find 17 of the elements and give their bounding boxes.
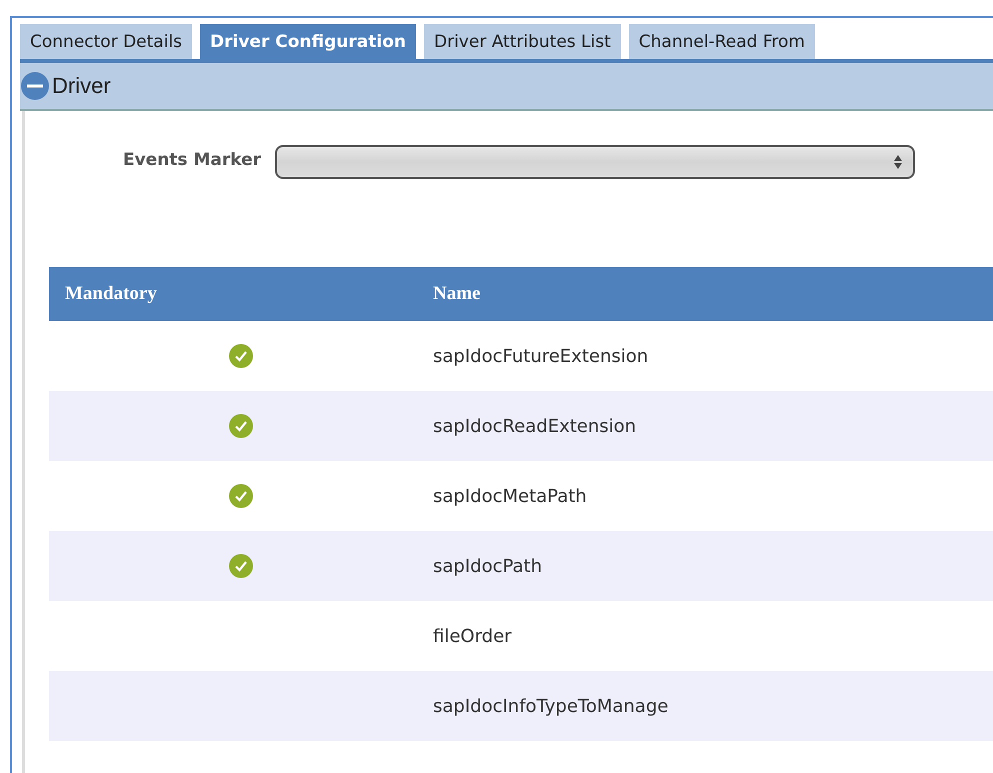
column-header: Mandatory [64,283,158,305]
section-title: Driver [52,73,111,99]
table-cell: sapIdocInfoTypeToManage [433,696,668,716]
tab[interactable]: Driver Attributes List [424,24,621,59]
tab[interactable]: Connector Details [20,24,192,59]
tab[interactable]: Driver Configuration [200,24,416,59]
column-header: Name [433,283,480,305]
table-cell: sapIdocReadExtension [433,416,636,436]
table-cell: sapIdocFutureExtension [433,346,648,366]
tab[interactable]: Channel-Read From [628,24,815,59]
table-cell: sapIdocMetaPath [433,486,587,506]
table-cell: sapIdocPath [433,556,542,576]
collapse-button[interactable] [20,71,50,101]
dropdown-field[interactable] [275,145,915,179]
stepper-icon [893,153,903,171]
table-cell: fileOrder [433,626,512,646]
field-label: Events Marker [122,149,261,170]
